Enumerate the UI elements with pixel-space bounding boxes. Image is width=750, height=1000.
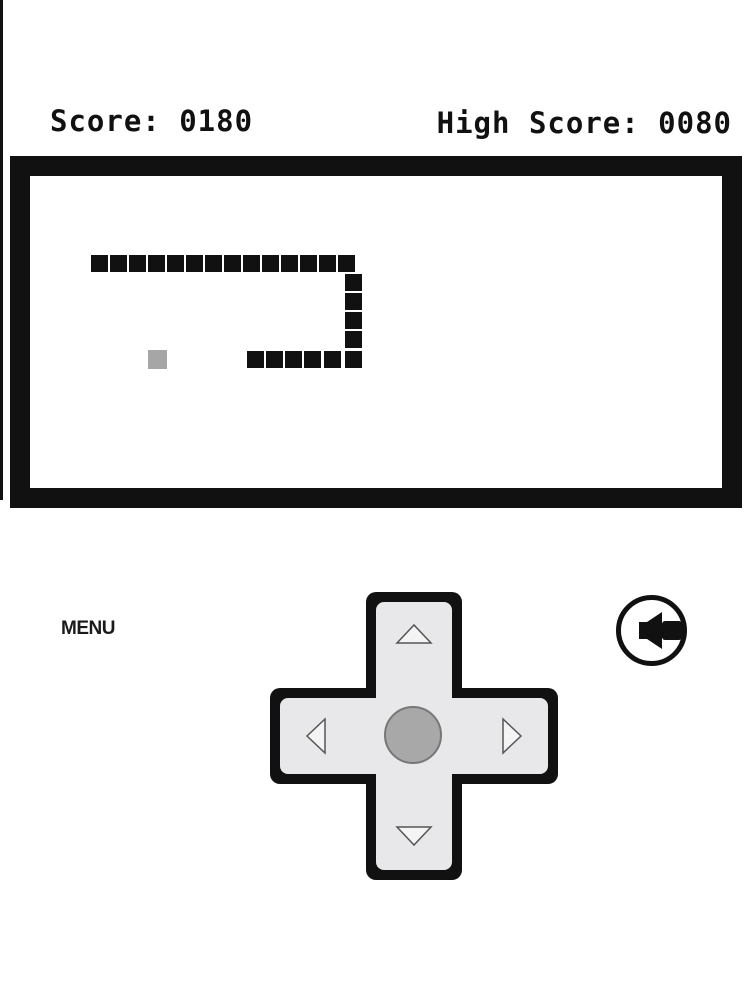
snake-segment xyxy=(129,255,146,272)
arrow-up-icon xyxy=(395,623,433,644)
speaker-icon xyxy=(616,595,687,666)
snake-segment xyxy=(186,255,203,272)
sound-toggle-button[interactable] xyxy=(614,593,689,668)
snake-segment xyxy=(345,312,362,329)
dpad-down-button[interactable] xyxy=(384,806,444,866)
snake-segment xyxy=(243,255,260,272)
snake-segment xyxy=(167,255,184,272)
snake-segment xyxy=(285,351,302,368)
dpad-left-button[interactable] xyxy=(286,706,346,766)
game-board xyxy=(10,156,742,508)
snake-segment xyxy=(91,255,108,272)
dpad-center-button[interactable] xyxy=(384,706,442,764)
snake-segment xyxy=(338,255,355,272)
dpad-up-button[interactable] xyxy=(384,604,444,664)
arrow-down-icon xyxy=(395,826,433,847)
snake-segment xyxy=(247,351,264,368)
snake-segment xyxy=(345,331,362,348)
snake-segment xyxy=(266,351,283,368)
directional-pad xyxy=(270,592,558,880)
high-score-display: High Score: 0080 xyxy=(436,106,732,140)
snake-segment xyxy=(324,351,341,368)
snake-segment xyxy=(262,255,279,272)
snake-segment xyxy=(148,255,165,272)
food-pellet xyxy=(148,350,167,369)
menu-button[interactable]: MENU xyxy=(61,618,115,640)
snake-segment xyxy=(319,255,336,272)
arrow-left-icon xyxy=(305,717,326,755)
play-area xyxy=(30,176,722,488)
snake-segment xyxy=(300,255,317,272)
snake-segment xyxy=(345,293,362,310)
snake-segment xyxy=(224,255,241,272)
score-display: Score: 0180 xyxy=(50,104,254,138)
snake-segment xyxy=(345,351,362,368)
snake-segment xyxy=(205,255,222,272)
snake-segment xyxy=(304,351,321,368)
snake-segment xyxy=(345,274,362,291)
dpad-right-button[interactable] xyxy=(482,706,542,766)
screen-edge xyxy=(0,0,3,500)
snake-segment xyxy=(110,255,127,272)
arrow-right-icon xyxy=(502,717,523,755)
snake-segment xyxy=(281,255,298,272)
